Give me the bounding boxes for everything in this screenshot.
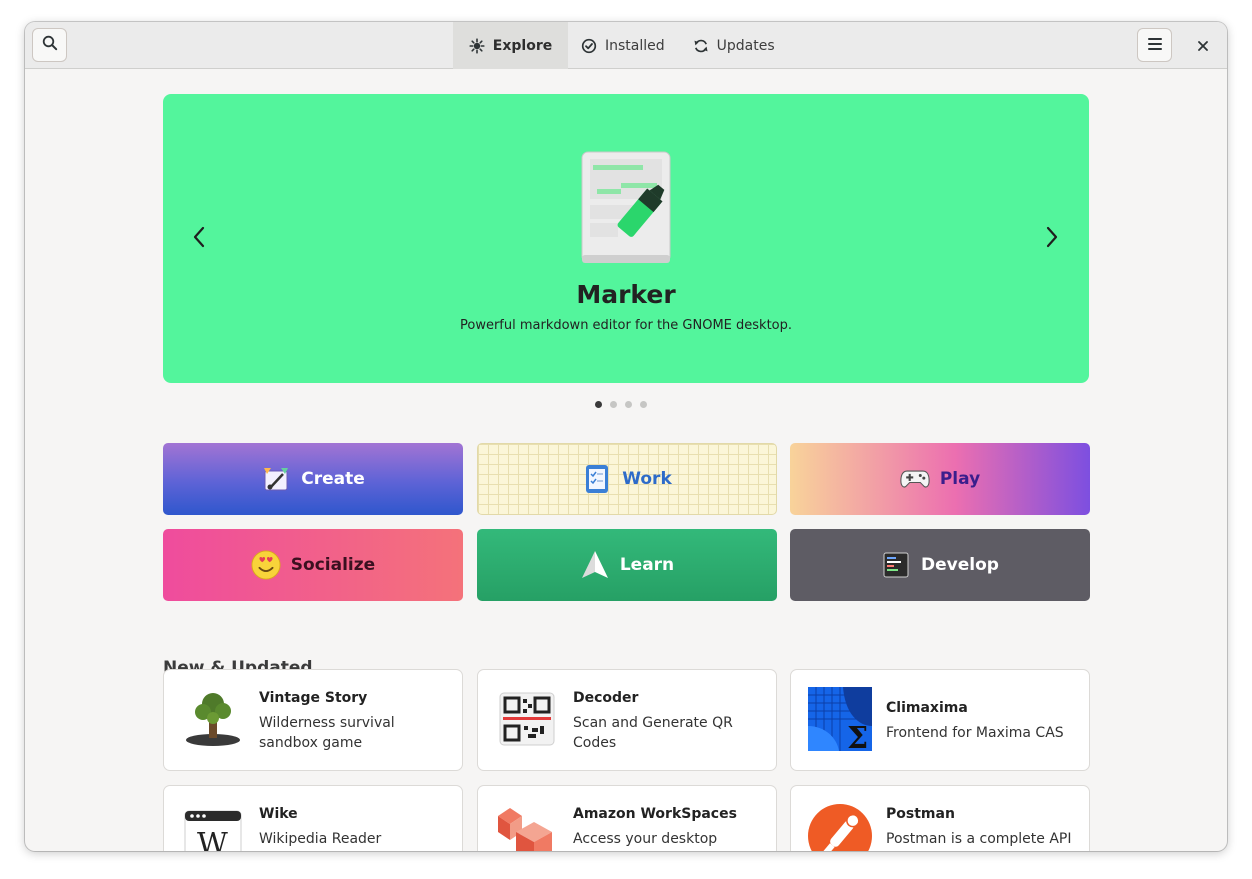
app-name: Amazon WorkSpaces [573,806,737,822]
category-play-label: Play [939,469,981,489]
featured-carousel[interactable]: Marker Powerful markdown editor for the … [163,94,1089,383]
app-description: Scan and Generate QR Codes [573,715,733,751]
explore-icon [469,37,485,54]
work-icon [582,464,612,494]
chevron-left-icon [193,226,205,252]
tab-explore[interactable]: Explore [453,22,568,69]
create-icon [261,464,291,494]
refresh-icon [693,38,709,54]
tab-updates[interactable]: Updates [679,22,789,69]
chevron-right-icon [1046,226,1058,252]
app-card-amazon-workspaces[interactable]: Amazon WorkSpaces Access your desktop [477,785,777,851]
category-learn[interactable]: Learn [477,529,777,601]
app-card-climaxima[interactable]: Σ Climaxima Frontend for Maxima CAS [790,669,1090,771]
app-description: Frontend for Maxima CAS [886,725,1064,741]
marker-app-icon [581,151,671,265]
close-icon [1198,36,1208,55]
app-card-text: Decoder Scan and Generate QR Codes [573,688,766,753]
header-bar: Explore Installed Updates [25,22,1227,69]
category-work-label: Work [622,469,672,489]
app-card-text: Vintage Story Wilderness survival sandbo… [259,688,452,753]
app-name: Vintage Story [259,690,368,706]
carousel-next-button[interactable] [1042,224,1062,254]
explore-page: Marker Powerful markdown editor for the … [25,69,1227,851]
app-description: Postman is a complete API [886,831,1072,847]
carousel-dot[interactable] [610,401,617,408]
app-description: Wilderness survival sandbox game [259,715,395,751]
vintage-story-icon [180,686,246,752]
svg-text:W: W [197,827,228,851]
app-card-wike[interactable]: W Wike Wikipedia Reader [163,785,463,851]
gamepad-icon [900,464,930,494]
app-card-text: Amazon WorkSpaces Access your desktop [573,804,766,849]
category-create-label: Create [301,469,365,489]
app-card-vintage-story[interactable]: Vintage Story Wilderness survival sandbo… [163,669,463,771]
carousel-indicator [595,401,647,408]
category-create[interactable]: Create [163,443,463,515]
category-socialize[interactable]: Socialize [163,529,463,601]
sigma-icon: Σ [807,686,873,756]
search-icon [42,35,58,55]
featured-app-description: Powerful markdown editor for the GNOME d… [459,318,793,333]
app-card-text: Postman Postman is a complete API [886,804,1079,849]
tab-explore-label: Explore [492,37,553,54]
svg-text:Σ: Σ [847,721,868,752]
app-card-text: Climaxima Frontend for Maxima CAS [886,698,1079,743]
category-develop[interactable]: Develop [790,529,1090,601]
terminal-icon [881,550,911,580]
category-develop-label: Develop [921,555,999,575]
app-card-postman[interactable]: Postman Postman is a complete API [790,785,1090,851]
category-play[interactable]: Play [790,443,1090,515]
carousel-dot[interactable] [595,401,602,408]
carousel-dot[interactable] [625,401,632,408]
category-socialize-label: Socialize [290,555,376,575]
gnome-software-window: Explore Installed Updates Marker Powerfu… [25,22,1227,851]
workspaces-icon [494,802,560,851]
app-description: Access your desktop [573,831,718,847]
tab-installed-label: Installed [605,37,665,54]
hamburger-menu-icon [1147,36,1163,55]
app-description: Wikipedia Reader [259,831,382,847]
qr-code-icon [494,686,560,752]
paper-plane-icon [580,550,610,580]
featured-app-title: Marker [576,280,676,309]
app-name: Climaxima [886,700,968,716]
tab-updates-label: Updates [716,37,775,54]
postman-icon [807,802,873,851]
view-switcher: Explore Installed Updates [453,22,789,69]
wikipedia-icon: W [180,802,246,851]
smiley-icon [251,550,281,580]
carousel-previous-button[interactable] [189,224,209,254]
close-button[interactable] [1193,35,1213,55]
category-learn-label: Learn [619,555,675,575]
check-circle-icon [581,38,597,54]
app-card-text: Wike Wikipedia Reader [259,804,452,849]
main-menu-button[interactable] [1137,28,1172,62]
app-name: Wike [259,806,298,822]
app-name: Postman [886,806,955,822]
carousel-dot[interactable] [640,401,647,408]
app-card-decoder[interactable]: Decoder Scan and Generate QR Codes [477,669,777,771]
search-button[interactable] [32,28,67,62]
app-name: Decoder [573,690,639,706]
tab-installed[interactable]: Installed [568,22,679,69]
category-work[interactable]: Work [477,443,777,515]
